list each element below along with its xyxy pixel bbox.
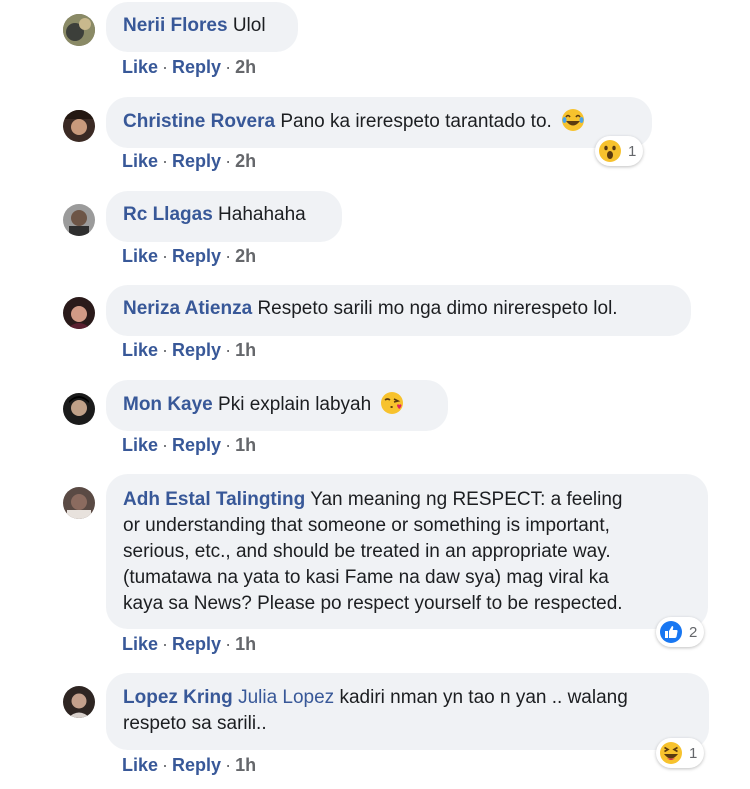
comment-actions: Like · Reply · 2h [122,57,257,77]
comment-actions: Like · Reply · 1h [122,435,257,455]
like-button[interactable]: Like [122,151,158,171]
comment-actions: Like · Reply · 1h [122,634,257,654]
comment-actions: Like · Reply · 1h [122,340,257,360]
comment-author[interactable]: Mon Kaye [123,394,213,415]
avatar[interactable] [63,297,95,329]
comment-bubble: Neriza Atienza Respeto sarili mo nga dim… [106,285,691,336]
like-button[interactable]: Like [122,435,158,455]
avatar[interactable] [63,204,95,236]
reply-button[interactable]: Reply [172,634,221,654]
reply-button[interactable]: Reply [172,151,221,171]
comment-text-line: (tumatawa na yata to kasi Fame na daw sy… [123,567,609,588]
comment-timestamp[interactable]: 1h [235,435,256,455]
avatar[interactable] [63,686,95,718]
comment-author[interactable]: Adh Estal Talingting [123,489,305,510]
reply-button[interactable]: Reply [172,246,221,266]
comment-timestamp[interactable]: 2h [235,57,256,77]
comment-text: Ulol [232,15,266,36]
haha-reaction-icon [659,741,683,765]
comment-author[interactable]: Christine Rovera [123,111,275,132]
avatar[interactable] [63,393,95,425]
like-button[interactable]: Like [122,755,158,775]
reaction-count: 1 [628,142,637,160]
laughing-tears-emoji [561,108,585,140]
reaction-count-badge[interactable]: 1 [595,136,644,166]
comment-author[interactable]: Lopez Kring [123,687,233,708]
comment-bubble: Lopez Kring Julia Lopez kadiri nman yn t… [106,673,709,750]
comment-bubble: Rc Llagas Hahahaha [106,191,342,242]
mention-link[interactable]: Julia Lopez [238,687,334,708]
comment-actions: Like · Reply · 2h [122,246,257,266]
comment-text: Hahahaha [218,204,306,225]
like-button[interactable]: Like [122,634,158,654]
comment-text-line: or understanding that someone or somethi… [123,515,610,536]
comment-author[interactable]: Nerii Flores [123,15,228,36]
reaction-count-badge[interactable]: 1 [656,738,705,768]
comment-author[interactable]: Neriza Atienza [123,298,252,319]
wow-reaction-icon [598,139,622,163]
comment-bubble: Christine Rovera Pano ka irerespeto tara… [106,97,652,148]
comment-timestamp[interactable]: 1h [235,340,256,360]
reply-button[interactable]: Reply [172,340,221,360]
comment-bubble: Adh Estal Talingting Yan meaning ng RESP… [106,474,708,629]
comment-bubble: Nerii Flores Ulol [106,2,298,52]
comment-actions: Like · Reply · 1h [122,755,257,775]
comment-timestamp[interactable]: 2h [235,151,256,171]
comment-timestamp[interactable]: 1h [235,755,256,775]
like-button[interactable]: Like [122,340,158,360]
like-button[interactable]: Like [122,246,158,266]
comment-text-line: kaya sa News? Please po respect yourself… [123,593,623,614]
reaction-count: 1 [689,744,698,762]
kissing-heart-emoji [380,391,404,423]
comment-timestamp[interactable]: 1h [235,634,256,654]
comment-text: Respeto sarili mo nga dimo nirerespeto l… [257,298,618,319]
comment-text-line: kadiri nman yn tao n yan .. walang [339,687,628,708]
reaction-count: 2 [689,623,698,641]
reply-button[interactable]: Reply [172,435,221,455]
like-reaction-icon [659,620,683,644]
comment-actions: Like · Reply · 2h [122,151,257,171]
comment-text: Pki explain labyah [218,394,372,415]
comment-author[interactable]: Rc Llagas [123,204,213,225]
comment-text-line: respeto sa sarili.. [123,713,267,734]
comment-text-line: serious, etc., and should be treated in … [123,541,611,562]
like-button[interactable]: Like [122,57,158,77]
comment-text: Pano ka irerespeto tarantado to. [280,111,552,132]
avatar[interactable] [63,487,95,519]
comment-timestamp[interactable]: 2h [235,246,256,266]
reply-button[interactable]: Reply [172,57,221,77]
avatar[interactable] [63,14,95,46]
comment-text-line: Yan meaning ng RESPECT: a feeling [310,489,623,510]
comment-bubble: Mon Kaye Pki explain labyah [106,380,448,431]
avatar[interactable] [63,110,95,142]
reaction-count-badge[interactable]: 2 [656,617,705,647]
reply-button[interactable]: Reply [172,755,221,775]
